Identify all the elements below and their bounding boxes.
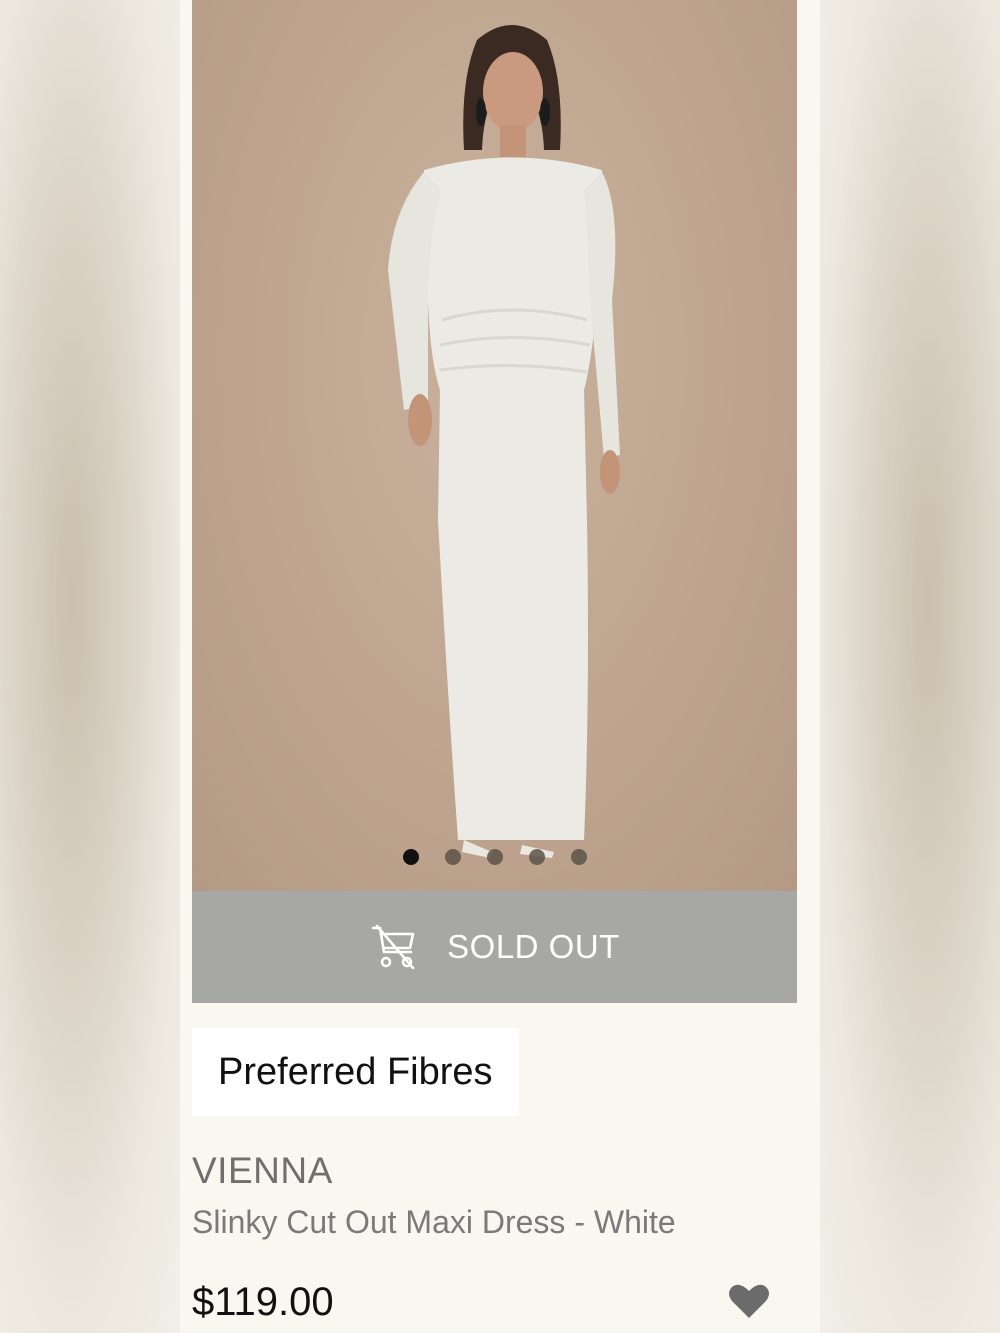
background-blur-right (820, 0, 1000, 1333)
product-price: $119.00 (192, 1280, 334, 1324)
cart-disabled-icon (369, 922, 419, 972)
preferred-fibres-badge: Preferred Fibres (192, 1028, 519, 1116)
product-card[interactable]: SOLD OUT Preferred Fibres VIENNA Slinky … (180, 0, 820, 1333)
product-name[interactable]: Slinky Cut Out Maxi Dress - White (192, 1204, 676, 1241)
carousel-dot[interactable] (444, 849, 461, 865)
carousel-dot[interactable] (402, 849, 419, 865)
sold-out-label: SOLD OUT (447, 928, 620, 965)
heart-icon (729, 1284, 769, 1318)
sold-out-button[interactable]: SOLD OUT (192, 891, 797, 1003)
wishlist-button[interactable] (728, 1282, 770, 1320)
carousel-dot[interactable] (486, 849, 503, 865)
product-brand: VIENNA (192, 1150, 333, 1191)
background-blur-left (0, 0, 180, 1333)
carousel-dots (192, 849, 797, 865)
product-image[interactable] (192, 0, 797, 891)
carousel-dot[interactable] (570, 849, 587, 865)
model-illustration (388, 25, 620, 858)
carousel-dot[interactable] (528, 849, 545, 865)
